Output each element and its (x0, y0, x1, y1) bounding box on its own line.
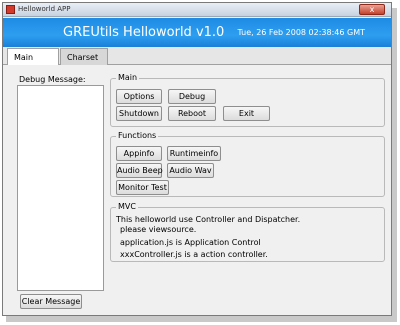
title-bar[interactable]: Helloworld APP x (3, 3, 391, 17)
tab-charset[interactable]: Charset (60, 48, 108, 65)
app-title: GREUtils Helloworld v1.0 (63, 25, 225, 40)
datetime-display: Tue, 26 Feb 2008 02:38:46 GMT (237, 28, 365, 37)
functions-group: Functions Appinfo Runtimeinfo Audio Beep… (110, 131, 385, 197)
main-panel: Debug Message: Clear Message Main Option… (4, 65, 390, 315)
app-icon (6, 5, 15, 14)
shutdown-button[interactable]: Shutdown (116, 106, 162, 121)
tab-main[interactable]: Main (7, 48, 59, 66)
debug-message-label: Debug Message: (19, 75, 86, 84)
main-group-legend: Main (116, 73, 140, 82)
mvc-text-line: This helloworld use Controller and Dispa… (116, 215, 301, 224)
app-header: GREUtils Helloworld v1.0 Tue, 26 Feb 200… (3, 18, 391, 47)
audio-beep-button[interactable]: Audio Beep (116, 163, 163, 178)
mvc-group: MVC This helloworld use Controller and D… (110, 202, 385, 262)
clear-message-button[interactable]: Clear Message (20, 294, 82, 309)
functions-group-legend: Functions (116, 131, 159, 140)
reboot-button[interactable]: Reboot (168, 106, 216, 121)
mvc-text-line: xxxController.js is a action controller. (120, 250, 268, 259)
runtimeinfo-button[interactable]: Runtimeinfo (167, 146, 221, 161)
debug-message-box[interactable] (17, 85, 104, 291)
app-window: Helloworld APP x GREUtils Helloworld v1.… (2, 2, 392, 316)
monitor-test-button[interactable]: Monitor Test (116, 180, 169, 195)
options-button[interactable]: Options (116, 89, 162, 104)
debug-button[interactable]: Debug (168, 89, 216, 104)
mvc-text-line: please viewsource. (120, 225, 197, 234)
tab-bar: Main Charset (3, 47, 391, 66)
window-title: Helloworld APP (18, 5, 71, 13)
close-button[interactable]: x (359, 4, 385, 15)
mvc-text-line: application.js is Application Control (120, 238, 261, 247)
exit-button[interactable]: Exit (223, 106, 270, 121)
appinfo-button[interactable]: Appinfo (116, 146, 162, 161)
main-group: Main Options Debug Shutdown Reboot Exit (110, 73, 385, 127)
mvc-group-legend: MVC (116, 202, 138, 211)
audio-wav-button[interactable]: Audio Wav (167, 163, 214, 178)
